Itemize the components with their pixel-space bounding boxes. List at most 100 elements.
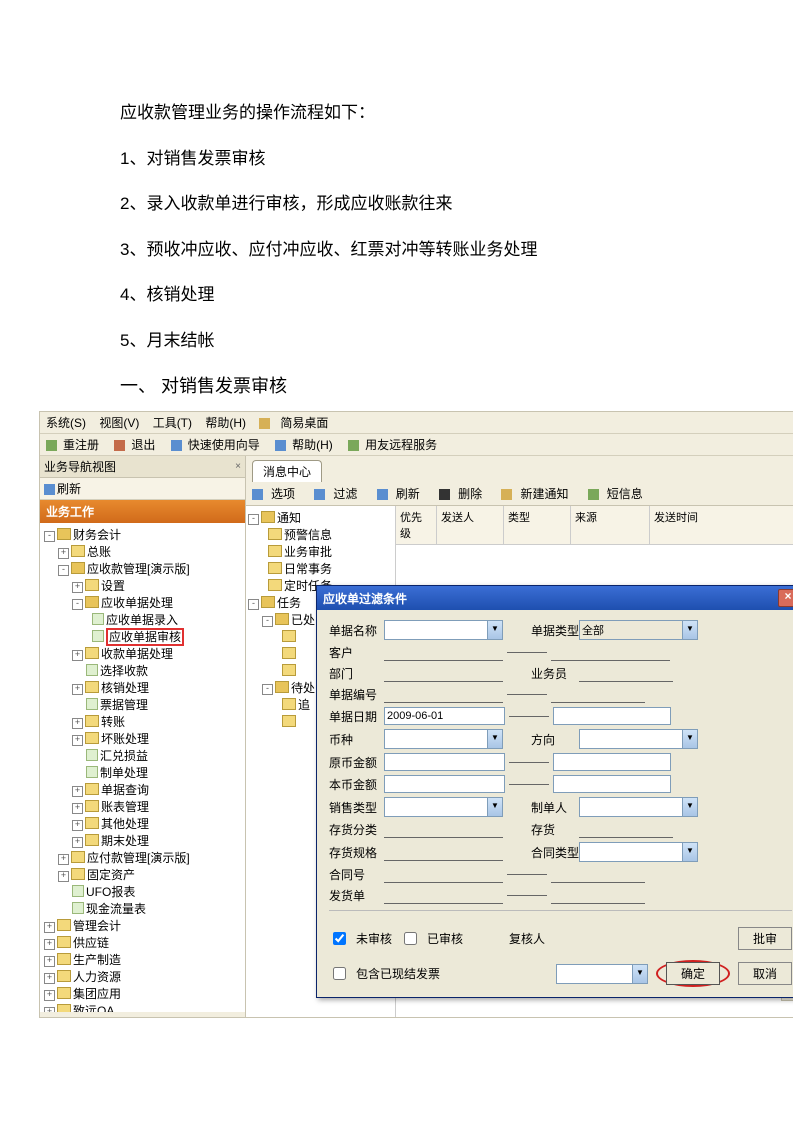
chk-include-settled[interactable] — [333, 967, 346, 980]
collapse-icon[interactable]: - — [58, 565, 69, 576]
tree-mfg[interactable]: 生产制造 — [73, 953, 121, 967]
tree-ufo[interactable]: UFO报表 — [86, 885, 135, 899]
tree-ar-settings[interactable]: 设置 — [101, 579, 125, 593]
msg-refresh[interactable]: 刷新 — [396, 487, 420, 501]
tree-receipt-bill[interactable]: 收款单据处理 — [101, 647, 173, 661]
msg-new[interactable]: 新建通知 — [520, 487, 568, 501]
msg-warn[interactable]: 预警信息 — [284, 528, 332, 542]
sel-extra[interactable]: ▼ — [556, 964, 648, 984]
tree-group[interactable]: 集团应用 — [73, 987, 121, 1001]
msg-delete[interactable]: 删除 — [458, 487, 482, 501]
collapse-icon[interactable]: - — [72, 599, 83, 610]
collapse-icon[interactable]: - — [248, 514, 259, 525]
menu-simple-desktop[interactable]: 简易桌面 — [280, 416, 328, 430]
tree-periodend[interactable]: 期末处理 — [101, 834, 149, 848]
tree-writeoff[interactable]: 核销处理 — [101, 681, 149, 695]
msg-option[interactable]: 选项 — [271, 487, 295, 501]
tree-ar-input[interactable]: 应收单据录入 — [106, 613, 178, 627]
msg-notice[interactable]: 通知 — [277, 511, 301, 525]
tree-transfer[interactable]: 转账 — [101, 715, 125, 729]
in-customer-from[interactable] — [384, 644, 503, 661]
expand-icon[interactable]: + — [44, 939, 55, 950]
tree-gl[interactable]: 总账 — [87, 545, 111, 559]
col-sender[interactable]: 发送人 — [437, 506, 504, 544]
nav-category[interactable]: 业务工作 — [40, 500, 245, 523]
expand-icon[interactable]: + — [44, 973, 55, 984]
collapse-icon[interactable]: - — [44, 531, 55, 542]
tree-other[interactable]: 其他处理 — [101, 817, 149, 831]
in-famt-to[interactable] — [553, 753, 671, 771]
msg-done[interactable]: 已处 — [291, 613, 315, 627]
msg-approve[interactable]: 业务审批 — [284, 545, 332, 559]
col-type[interactable]: 类型 — [504, 506, 571, 544]
sel-currency[interactable]: ▼ — [384, 729, 503, 749]
tree-bill-query[interactable]: 单据查询 — [101, 783, 149, 797]
tree-ledger[interactable]: 账表管理 — [101, 800, 149, 814]
expand-icon[interactable]: + — [58, 854, 69, 865]
msg-todo[interactable]: 待处 — [291, 681, 315, 695]
tree-supply[interactable]: 供应链 — [73, 936, 109, 950]
tree-ar-check[interactable]: 应收单据审核 — [106, 628, 184, 646]
in-contractno-from[interactable] — [384, 866, 503, 883]
in-famt-from[interactable] — [384, 753, 505, 771]
in-salesperson[interactable] — [579, 665, 673, 682]
col-source[interactable]: 来源 — [571, 506, 650, 544]
in-shipbill-to[interactable] — [551, 887, 645, 904]
col-priority[interactable]: 优先级 — [396, 506, 437, 544]
tree-note[interactable]: 票据管理 — [100, 698, 148, 712]
in-invspec[interactable] — [384, 844, 503, 861]
btn-ok[interactable]: 确定 — [666, 962, 720, 985]
btn-wizard[interactable]: 快速使用向导 — [188, 436, 260, 453]
chk-checked[interactable] — [404, 932, 417, 945]
msg-task[interactable]: 任务 — [277, 596, 301, 610]
sel-saletype[interactable]: ▼ — [384, 797, 503, 817]
menu-help[interactable]: 帮助(H) — [205, 416, 246, 430]
msg-filter[interactable]: 过滤 — [333, 487, 357, 501]
tree-financial[interactable]: 财务会计 — [73, 528, 121, 542]
expand-icon[interactable]: + — [72, 718, 83, 729]
tree-makevoucher[interactable]: 制单处理 — [100, 766, 148, 780]
sel-billname[interactable]: ▼ — [384, 620, 503, 640]
tree-ap[interactable]: 应付款管理[演示版] — [87, 851, 190, 865]
tree-oa[interactable]: 致远OA — [73, 1004, 114, 1012]
msg-sms[interactable]: 短信息 — [607, 487, 643, 501]
expand-icon[interactable]: + — [72, 803, 83, 814]
tree-ar-bill[interactable]: 应收单据处理 — [101, 596, 173, 610]
in-lamt-to[interactable] — [553, 775, 671, 793]
btn-batch[interactable]: 批审 — [738, 927, 792, 950]
expand-icon[interactable]: + — [72, 735, 83, 746]
in-billno-from[interactable] — [384, 686, 503, 703]
menu-tools[interactable]: 工具(T) — [153, 416, 192, 430]
tree-cashflow[interactable]: 现金流量表 — [86, 902, 146, 916]
menu-system[interactable]: 系统(S) — [46, 416, 86, 430]
tree-baddebt[interactable]: 坏账处理 — [101, 732, 149, 746]
chk-uncheck[interactable] — [333, 932, 346, 945]
tree-select-receipt[interactable]: 选择收款 — [100, 664, 148, 678]
expand-icon[interactable]: + — [58, 871, 69, 882]
expand-icon[interactable]: + — [72, 684, 83, 695]
sel-contracttype[interactable]: ▼ — [579, 842, 698, 862]
in-invcat[interactable] — [384, 821, 503, 838]
in-billno-to[interactable] — [551, 686, 645, 703]
in-dept[interactable] — [384, 665, 503, 682]
in-shipbill-from[interactable] — [384, 887, 503, 904]
btn-cancel[interactable]: 取消 — [738, 962, 792, 985]
btn-exit[interactable]: 退出 — [131, 436, 155, 453]
expand-icon[interactable]: + — [72, 650, 83, 661]
msg-daily[interactable]: 日常事务 — [284, 562, 332, 576]
expand-icon[interactable]: + — [44, 956, 55, 967]
col-sendtime[interactable]: 发送时间 — [650, 506, 793, 544]
nav-close-icon[interactable]: × — [235, 461, 241, 472]
btn-reregister[interactable]: 重注册 — [63, 436, 99, 453]
tree-fa[interactable]: 固定资产 — [87, 868, 135, 882]
in-contractno-to[interactable] — [551, 866, 645, 883]
btn-remote[interactable]: 用友远程服务 — [365, 436, 437, 453]
expand-icon[interactable]: + — [72, 820, 83, 831]
tree-hr[interactable]: 人力资源 — [73, 970, 121, 984]
sel-billtype[interactable]: 全部▼ — [579, 620, 698, 640]
tab-msgcenter[interactable]: 消息中心 — [252, 460, 322, 482]
tree-ar[interactable]: 应收款管理[演示版] — [87, 562, 190, 576]
expand-icon[interactable]: + — [58, 548, 69, 559]
in-inventory[interactable] — [579, 821, 673, 838]
sel-direction[interactable]: ▼ — [579, 729, 698, 749]
